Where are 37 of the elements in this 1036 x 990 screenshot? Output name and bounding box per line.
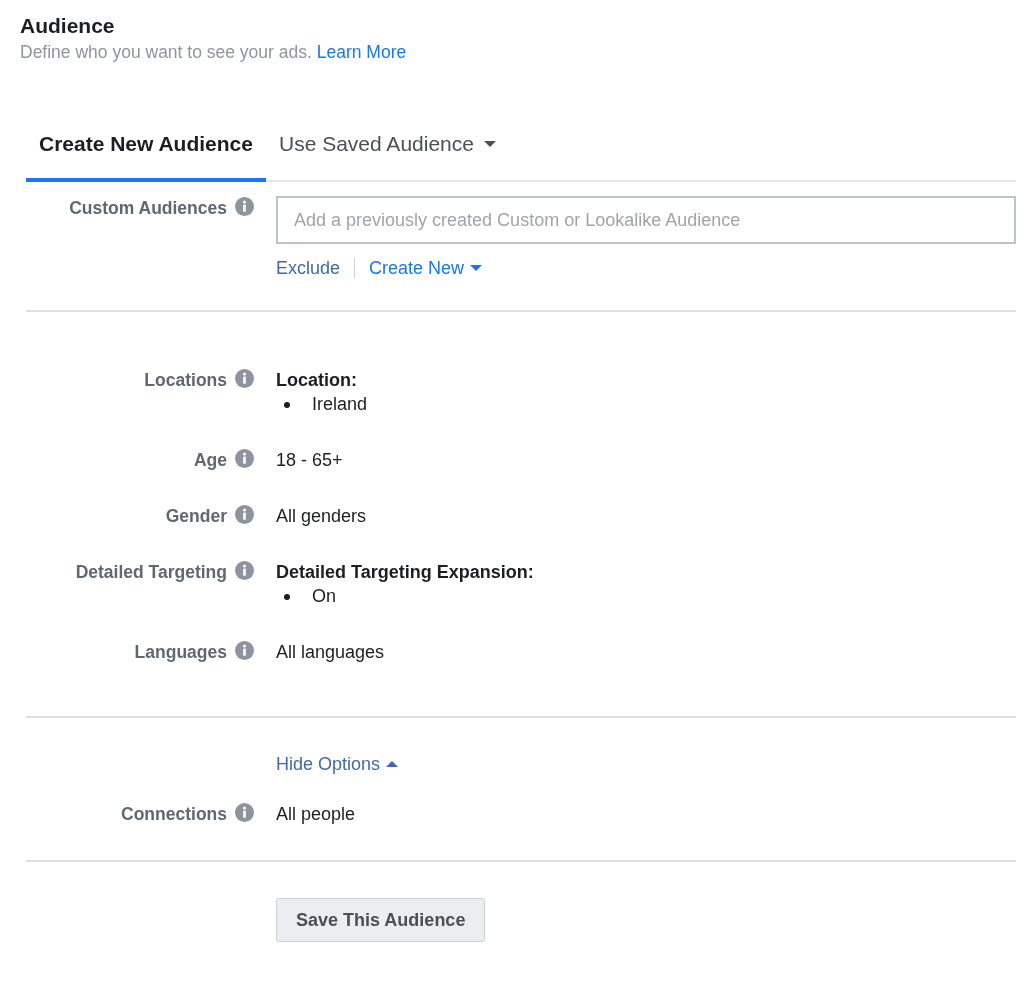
field-label: Age	[193, 448, 227, 472]
info-icon[interactable]	[235, 560, 254, 580]
setting-value: All genders	[276, 505, 367, 526]
setting-value: 18 - 65+	[276, 449, 343, 470]
hide-options-link[interactable]: Hide Options	[276, 751, 399, 776]
field-label: Detailed Targeting	[75, 560, 227, 584]
action-link[interactable]: Create New	[369, 255, 483, 280]
setting-value: All languages	[276, 641, 385, 662]
audience-tab[interactable]: Use Saved Audience	[265, 122, 509, 182]
setting-value: All people	[276, 803, 356, 824]
list-value: Ireland	[312, 392, 368, 416]
section-description: Define who you want to see your ads.	[20, 42, 312, 62]
info-icon[interactable]	[235, 448, 254, 468]
audience-tab[interactable]: Create New Audience	[26, 122, 266, 182]
save-audience-button[interactable]: Save This Audience	[276, 897, 486, 942]
info-icon[interactable]	[235, 640, 254, 660]
caret-icon	[386, 759, 399, 768]
info-icon[interactable]	[235, 196, 254, 216]
learn-more-link[interactable]: Learn More	[316, 42, 407, 62]
field-label: Gender	[165, 504, 227, 528]
list-value: On	[312, 584, 336, 608]
value-heading: Detailed Targeting Expansion:	[276, 560, 535, 584]
caret-icon	[483, 139, 496, 148]
field-label: Languages	[134, 640, 227, 664]
bullet-icon	[284, 593, 290, 600]
info-icon[interactable]	[235, 802, 254, 822]
action-link[interactable]: Exclude	[276, 255, 341, 280]
field-label: Custom Audiences	[69, 196, 227, 220]
field-label: Connections	[121, 802, 227, 826]
info-icon[interactable]	[235, 504, 254, 524]
caret-icon	[470, 263, 483, 272]
bullet-icon	[284, 401, 290, 408]
audience-search-field[interactable]: Add a previously created Custom or Lookalike Audience	[276, 195, 1016, 244]
field-label: Locations	[144, 368, 227, 392]
value-heading: Location:	[276, 368, 358, 392]
info-icon[interactable]	[235, 368, 254, 388]
section-title: Audience	[20, 13, 116, 39]
